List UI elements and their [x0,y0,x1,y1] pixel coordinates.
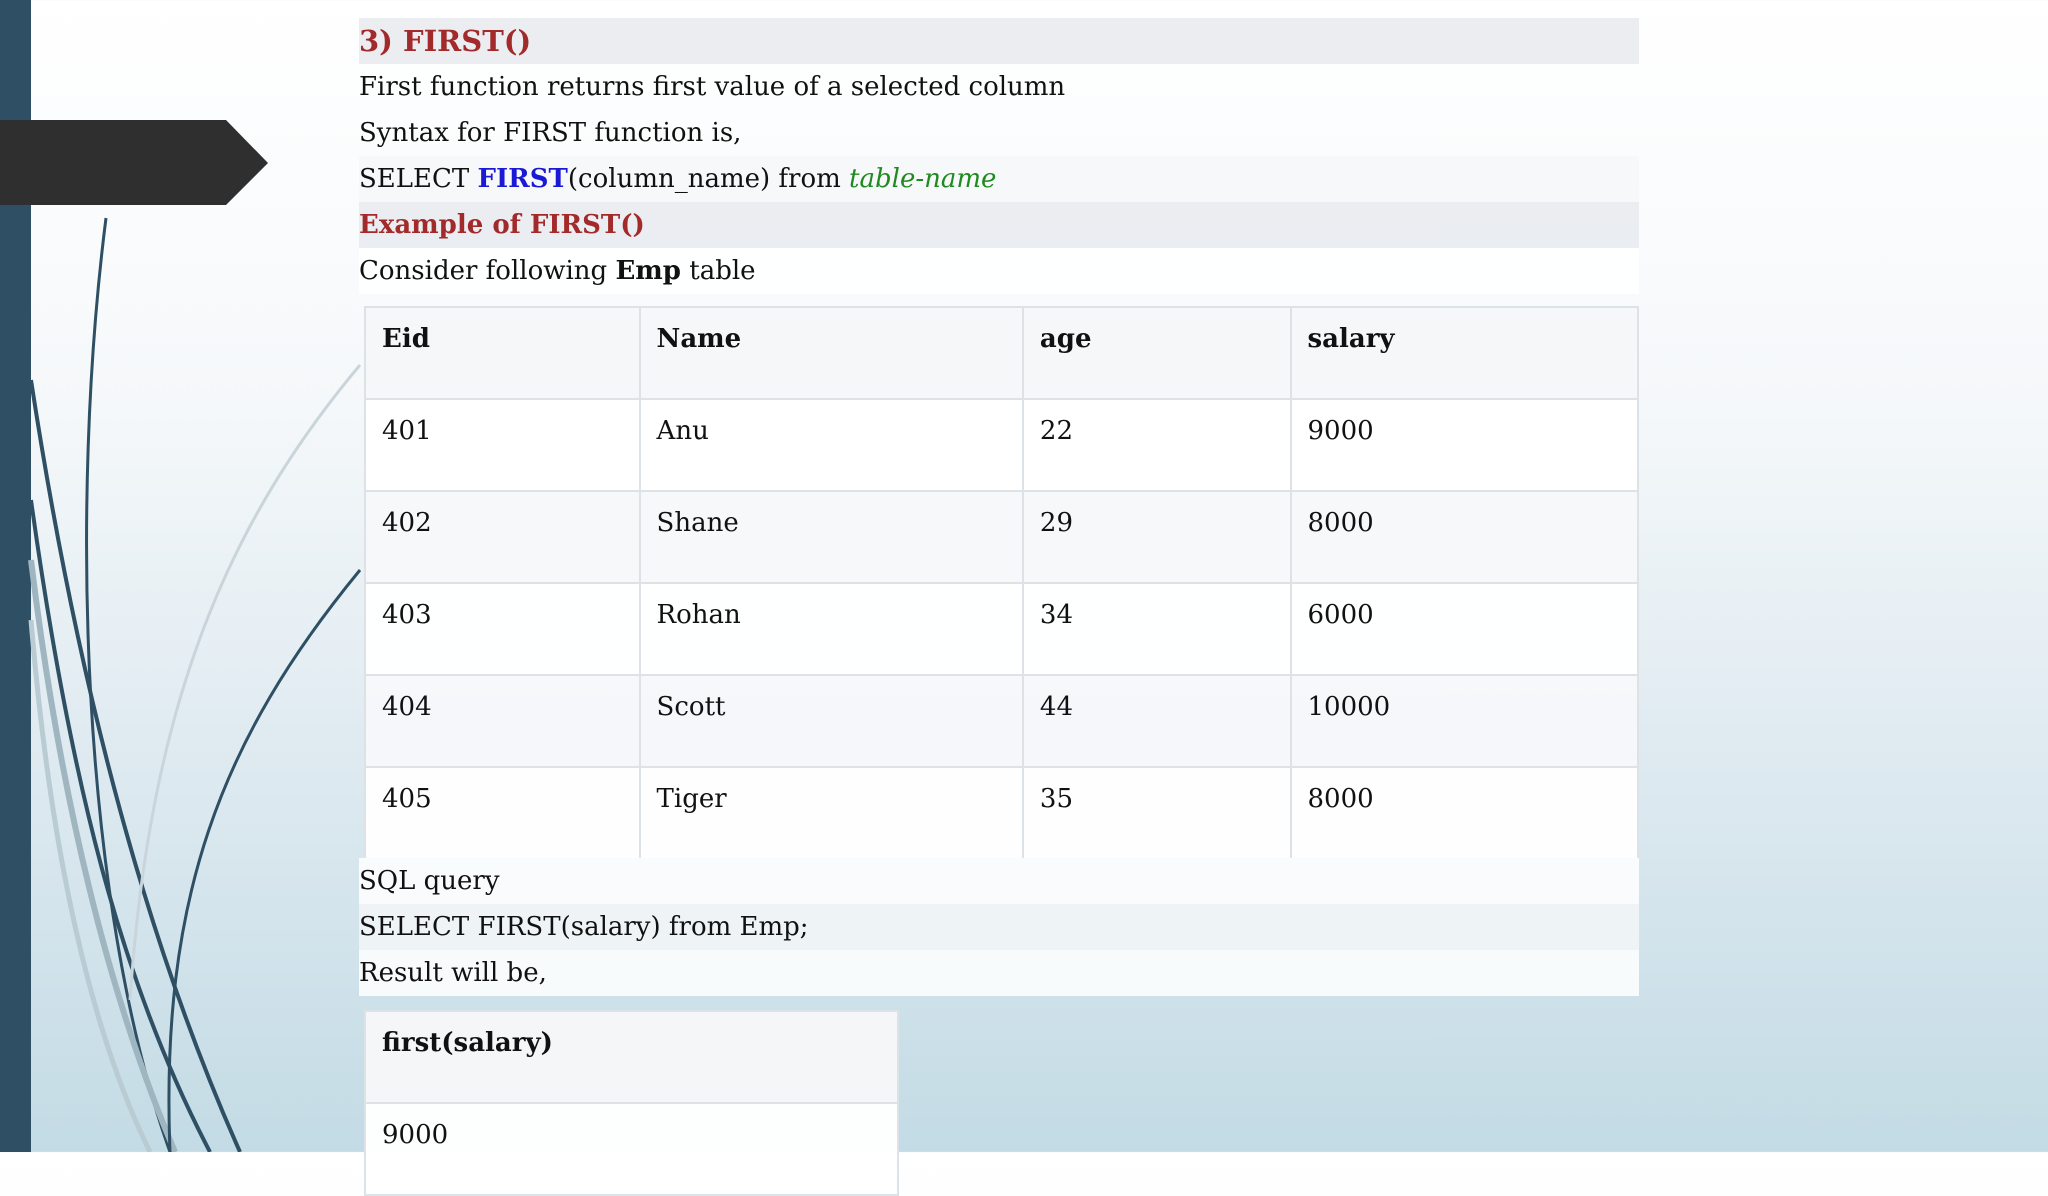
cell-age: 29 [1021,490,1292,584]
cell-salary: 6000 [1289,582,1639,676]
cell-name: Rohan [638,582,1024,676]
result-table: first(salary) 9000 [364,1010,899,1196]
consider-prefix: Consider following [359,256,616,286]
table-row: 403 Rohan 34 6000 [364,582,1639,676]
cell-age: 44 [1021,674,1292,768]
arrow-tab-shape [0,120,268,205]
sql-query-text: SELECT FIRST(salary) from Emp; [359,904,1639,950]
consider-table-name: Emp [615,256,681,286]
cell-age: 22 [1021,398,1292,492]
header-salary: salary [1289,306,1639,400]
description-text: First function returns first value of a … [359,72,1066,102]
example-heading: Example of FIRST() [359,202,1639,248]
cell-salary: 8000 [1289,766,1639,860]
cell-salary: 10000 [1289,674,1639,768]
result-value: 9000 [364,1102,899,1196]
cell-salary: 8000 [1289,490,1639,584]
result-header: first(salary) [364,1010,899,1104]
cell-age: 35 [1021,766,1292,860]
consider-suffix: table [680,256,756,286]
syntax-intro-text: Syntax for FIRST function is, [359,118,742,148]
cell-eid: 403 [364,582,641,676]
emp-table: Eid Name age salary 401 Anu 22 9000 402 … [364,306,1639,860]
cell-age: 34 [1021,582,1292,676]
cell-name: Anu [638,398,1024,492]
header-age: age [1021,306,1292,400]
table-row: 9000 [364,1102,899,1196]
header-name: Name [638,306,1024,400]
section-heading: 3) FIRST() [359,18,1639,64]
syntax-select: SELECT [359,164,478,194]
result-label: Result will be, [359,950,1639,996]
cell-name: Scott [638,674,1024,768]
cell-name: Shane [638,490,1024,584]
cell-salary: 9000 [1289,398,1639,492]
result-header-row: first(salary) [364,1010,899,1104]
table-row: 405 Tiger 35 8000 [364,766,1639,860]
table-row: 401 Anu 22 9000 [364,398,1639,492]
syntax-line: SELECT FIRST(column_name) from table-nam… [359,156,1639,202]
slide-content: 3) FIRST() First function returns first … [359,18,1639,1196]
table-row: 404 Scott 44 10000 [364,674,1639,768]
syntax-table-name: table-name [849,164,997,194]
cell-eid: 404 [364,674,641,768]
consider-text: Consider following Emp table [359,248,1639,294]
syntax-function: FIRST [477,164,568,194]
cell-eid: 405 [364,766,641,860]
sql-query-label: SQL query [359,858,1639,904]
emp-table-header-row: Eid Name age salary [364,306,1639,400]
table-row: 402 Shane 29 8000 [364,490,1639,584]
syntax-args: (column_name) from [567,164,850,194]
header-eid: Eid [364,306,641,400]
cell-eid: 401 [364,398,641,492]
cell-eid: 402 [364,490,641,584]
cell-name: Tiger [638,766,1024,860]
